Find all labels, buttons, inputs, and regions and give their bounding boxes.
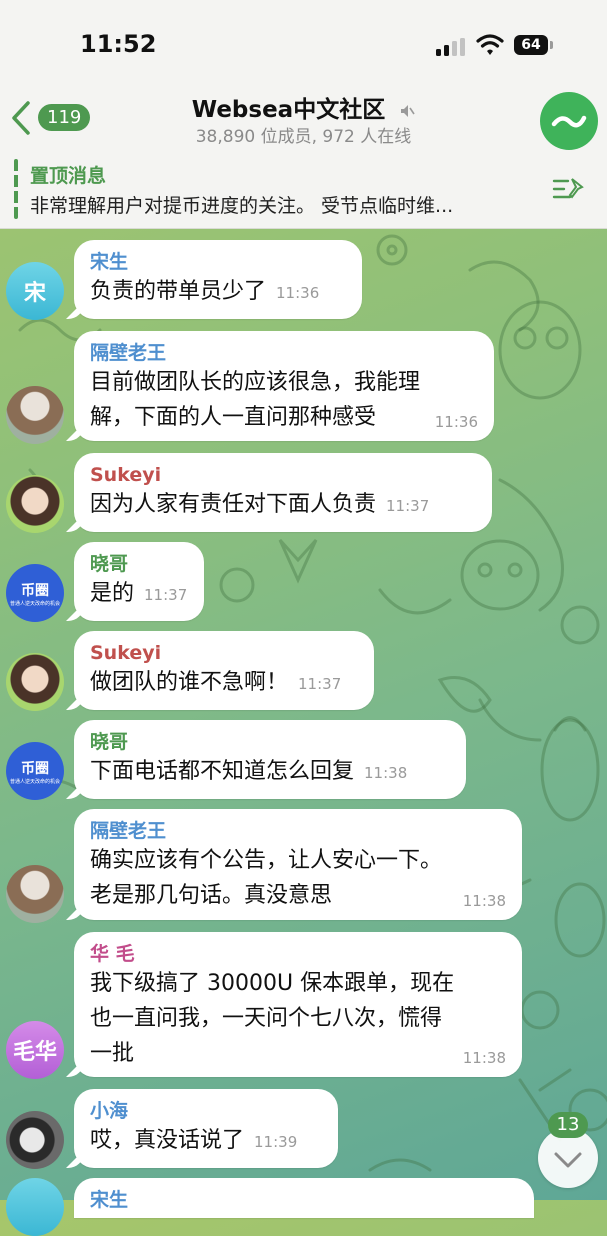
avatar-caption: 普通人逆天改命的机会 <box>9 600 60 607</box>
message-text-line: 也一直问我，一天问个七八次，慌得 <box>90 1006 443 1031</box>
message-bubble: 华 毛 我下级搞了 30000U 保本跟单，现在 也一直问我，一天问个七八次，慌… <box>74 932 522 1077</box>
avatar[interactable] <box>6 475 64 533</box>
message-bubble: 宋生 负责的带单员少了 11:36 <box>74 240 362 319</box>
avatar-initials: 宋 <box>23 281 46 306</box>
message-time: 11:36 <box>276 284 320 302</box>
status-time: 11:52 <box>80 30 157 58</box>
message-list[interactable]: 宋 宋生 负责的带单员少了 11:36 隔壁老王 目前做团队长的应该很急，我能理 … <box>0 228 607 1236</box>
chat-header: 11:52 64 119 Websea中文社区 38,890 位成员, 972 … <box>0 0 607 229</box>
message-time: 11:36 <box>434 413 478 431</box>
message-bubble: 隔壁老王 确实应该有个公告，让人安心一下。 老是那几句话。真没意思 11:38 <box>74 809 522 920</box>
avatar-initials: 币圈 <box>21 760 49 777</box>
wifi-icon <box>476 34 504 55</box>
message-bubble: 宋生 <box>74 1178 534 1218</box>
message-text-line: 老是那几句话。真没意思 <box>90 883 333 908</box>
chat-member-count: 38,890 位成员, 972 人在线 <box>195 127 412 147</box>
message-text: 负责的带单员少了 11:36 <box>90 279 320 304</box>
sender-name: 隔壁老王 <box>90 342 167 364</box>
message-text-line: 解，下面的人一直问那种感受 <box>90 405 377 430</box>
pinned-title: 置顶消息 <box>30 165 107 187</box>
sender-name: 小海 <box>90 1100 129 1122</box>
avatar[interactable]: 币圈 普通人逆天改命的机会 <box>6 564 64 622</box>
pin-list-icon[interactable] <box>552 175 586 205</box>
message-text: 因为人家有责任对下面人负责 11:37 <box>90 492 430 517</box>
message-text-line: 确实应该有个公告，让人安心一下。 <box>90 848 443 873</box>
message-bubble: 晓哥 是的 11:37 <box>74 542 204 621</box>
avatar[interactable] <box>6 386 64 444</box>
avatar-caption: 普通人逆天改命的机会 <box>9 778 60 785</box>
unread-count-badge: 13 <box>548 1112 588 1138</box>
battery-indicator: 64 <box>514 35 548 55</box>
sender-name: 华 毛 <box>90 943 135 965</box>
message-text: 哎，真没话说了 11:39 <box>90 1128 298 1153</box>
message-time: 11:39 <box>254 1133 298 1151</box>
cellular-signal-icon <box>436 38 466 56</box>
message-time: 11:37 <box>144 586 188 604</box>
pinned-message[interactable]: 置顶消息 非常理解用户对提币进度的关注。 受节点临时维... <box>14 157 594 223</box>
message-time: 11:38 <box>364 764 408 782</box>
message-text: 是的 11:37 <box>90 581 188 606</box>
avatar-initials: 毛华 <box>12 1040 57 1065</box>
message-text: 做团队的谁不急啊！ 11:37 <box>90 670 342 695</box>
message-text-line: 一批 <box>90 1041 135 1066</box>
sender-name: Sukeyi <box>90 464 162 486</box>
message-bubble: Sukeyi 因为人家有责任对下面人负责 11:37 <box>74 453 492 532</box>
chat-title: Websea中文社区 <box>191 97 386 123</box>
sender-name: Sukeyi <box>90 642 162 664</box>
sender-name: 晓哥 <box>90 731 129 753</box>
message-time: 11:38 <box>462 892 506 910</box>
sender-name: 宋生 <box>90 1189 129 1211</box>
message-time: 11:37 <box>386 497 430 515</box>
message-time: 11:37 <box>298 675 342 693</box>
group-logo-icon <box>551 115 587 128</box>
message-text: 下面电话都不知道怎么回复 11:38 <box>90 759 408 784</box>
sender-name: 晓哥 <box>90 553 129 575</box>
avatar[interactable]: 币圈 普通人逆天改命的机会 <box>6 742 64 800</box>
avatar-initials: 币圈 <box>21 582 49 599</box>
sender-name: 隔壁老王 <box>90 820 167 842</box>
avatar[interactable] <box>6 653 64 711</box>
avatar[interactable]: 宋 <box>6 262 64 320</box>
pinned-text: 非常理解用户对提币进度的关注。 受节点临时维... <box>30 195 454 217</box>
avatar[interactable] <box>6 865 64 923</box>
battery-tip <box>550 41 553 49</box>
chat-title-row[interactable]: Websea中文社区 <box>0 90 607 124</box>
message-bubble: 小海 哎，真没话说了 11:39 <box>74 1089 338 1168</box>
message-bubble: 晓哥 下面电话都不知道怎么回复 11:38 <box>74 720 466 799</box>
avatar[interactable] <box>6 1111 64 1169</box>
message-text-line: 我下级搞了 30000U 保本跟单，现在 <box>90 971 455 996</box>
sender-name: 宋生 <box>90 251 129 273</box>
message-bubble: Sukeyi 做团队的谁不急啊！ 11:37 <box>74 631 374 710</box>
message-text-line: 目前做团队长的应该很急，我能理 <box>90 370 421 395</box>
group-avatar[interactable] <box>540 92 598 150</box>
mute-icon <box>401 104 415 117</box>
avatar[interactable] <box>6 1178 64 1236</box>
message-bubble: 隔壁老王 目前做团队长的应该很急，我能理 解，下面的人一直问那种感受 11:36 <box>74 331 494 441</box>
pinned-indicator-bar <box>14 159 18 219</box>
avatar[interactable]: 毛华 <box>6 1021 64 1079</box>
message-time: 11:38 <box>462 1049 506 1067</box>
